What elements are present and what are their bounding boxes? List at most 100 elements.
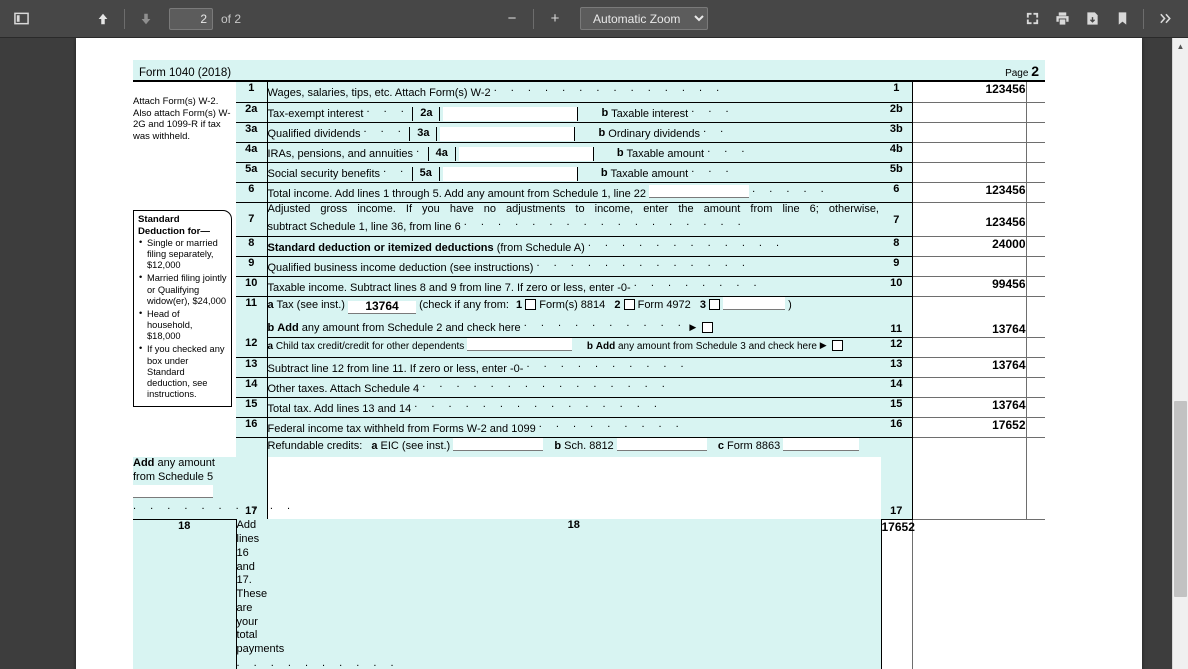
cents-line-16[interactable] (1026, 417, 1045, 438)
subbox-value-4a[interactable] (458, 147, 594, 161)
line-17-text: Refundable credits: (267, 439, 363, 452)
subbox-label-5a: 5a (411, 167, 440, 181)
page-number-input[interactable] (169, 7, 213, 30)
subbox-value-3a[interactable] (440, 127, 576, 141)
amount-line-7[interactable]: 123456 (912, 202, 1027, 237)
amount-line-15[interactable]: 13764 (912, 397, 1027, 418)
amount-line-6[interactable]: 123456 (912, 182, 1027, 203)
cents-line-12[interactable] (1026, 337, 1045, 358)
cents-line-6[interactable] (1026, 182, 1045, 203)
line-number-9: 9 (236, 256, 268, 277)
pdf-viewer[interactable]: Form 1040 (2018) Page 2 Attach Form(s) W… (0, 38, 1188, 669)
line-17-schedule5-input[interactable] (133, 484, 213, 498)
form-row-line-11a: 11 a Tax (see inst.) 13764 (check if any… (133, 296, 1045, 338)
amount-line-5b[interactable] (912, 162, 1027, 183)
scroll-down-chevron-icon[interactable] (1173, 653, 1188, 669)
leader-dots-5a: . . (383, 162, 409, 175)
zoom-in-button[interactable]: + (540, 6, 570, 32)
pdf-toolbar: of 2 − + Automatic Zoom (0, 0, 1188, 38)
line-2a-text: Tax-exempt interest (267, 107, 364, 120)
line-number-14: 14 (236, 377, 268, 398)
line-number-3a: 3a (236, 122, 268, 143)
attach-forms-note: Attach Form(s) W-2. Also attach Form(s) … (133, 96, 231, 142)
zoom-out-button[interactable]: − (497, 6, 527, 32)
cents-line-17[interactable] (1026, 437, 1045, 520)
line-11a-option-1-text: Form(s) 8814 (539, 298, 606, 311)
subbox-value-2a[interactable] (443, 107, 579, 121)
amount-line-9[interactable] (912, 256, 1027, 277)
line-12a-input[interactable] (467, 337, 573, 351)
amount-line-10[interactable]: 99456 (912, 276, 1027, 297)
amount-line-1[interactable]: 123456 (912, 82, 1027, 103)
amount-line-17[interactable] (912, 437, 1027, 520)
checkbox-form-8814[interactable] (525, 298, 537, 310)
line-2b-text: Taxable interest (611, 107, 689, 120)
vertical-scrollbar[interactable]: ▲ (1172, 38, 1188, 669)
cents-line-10[interactable] (1026, 276, 1045, 297)
std-deduction-item-2: Head of household, $18,000 (139, 308, 227, 342)
previous-page-arrow-up-icon[interactable] (88, 6, 118, 32)
amount-line-12[interactable] (912, 337, 1027, 358)
amount-line-3b[interactable] (912, 122, 1027, 143)
page-count-label: of 2 (221, 11, 242, 26)
std-deduction-list: Single or married filing separately, $12… (138, 237, 227, 400)
cents-line-14[interactable] (1026, 377, 1045, 398)
more-tools-double-chevron-right-icon[interactable] (1150, 6, 1180, 32)
line-17a-eic-input[interactable] (453, 437, 544, 451)
line-11a-tax-value[interactable]: 13764 (348, 300, 417, 314)
cents-line-2b[interactable] (1026, 102, 1045, 123)
checkbox-schedule-3[interactable] (832, 339, 844, 351)
cents-line-9[interactable] (1026, 256, 1045, 277)
form-row-line-8: 8 Standard deduction or itemized deducti… (133, 236, 1045, 257)
cents-line-18[interactable] (912, 519, 1026, 669)
triangle-right-icon-11b: ▶ (689, 321, 697, 332)
form-row-line-1: Attach Form(s) W-2. Also attach Form(s) … (133, 82, 1045, 182)
line-number-7: 7 (236, 202, 268, 237)
amount-line-11[interactable]: 13764 (912, 296, 1027, 338)
zoom-level-select[interactable]: Automatic Zoom (580, 7, 708, 30)
amount-line-8[interactable]: 24000 (912, 236, 1027, 257)
leader-dots-3a: . . . (363, 122, 407, 135)
cents-line-7[interactable] (1026, 202, 1045, 237)
line-1-description: Wages, salaries, tips, etc. Attach Form(… (267, 82, 881, 103)
line-11a-other-input[interactable] (723, 296, 786, 310)
cents-line-3b[interactable] (1026, 122, 1045, 143)
form-row-line-14: 14 Other taxes. Attach Schedule 4 . . . … (133, 377, 1045, 398)
cents-line-4b[interactable] (1026, 142, 1045, 163)
sidebar-toggle-icon[interactable] (6, 6, 36, 32)
cents-line-13[interactable] (1026, 357, 1045, 378)
checkbox-form-4972[interactable] (623, 298, 635, 310)
download-icon[interactable] (1077, 6, 1107, 32)
amount-line-14[interactable] (912, 377, 1027, 398)
amount-line-4b[interactable] (912, 142, 1027, 163)
amount-line-13[interactable]: 13764 (912, 357, 1027, 378)
cents-line-15[interactable] (1026, 397, 1045, 418)
amount-line-16[interactable]: 17652 (912, 417, 1027, 438)
line-17c-form8863-input[interactable] (783, 437, 860, 451)
line-6-schedule1-input[interactable] (649, 185, 750, 199)
line-6-description: Total income. Add lines 1 through 5. Add… (267, 182, 881, 203)
line-8-bold: Standard deduction or itemized deduction… (267, 241, 494, 254)
line-11a-option-2-number: 2 (614, 298, 621, 311)
cents-line-11[interactable] (1026, 296, 1045, 338)
scrollbar-thumb[interactable] (1174, 401, 1187, 597)
subbox-value-5a[interactable] (442, 167, 578, 181)
line-10-description: Taxable income. Subtract lines 8 and 9 f… (267, 276, 881, 297)
presentation-mode-fullscreen-icon[interactable] (1017, 6, 1047, 32)
cents-line-5b[interactable] (1026, 162, 1045, 183)
checkbox-form-other[interactable] (709, 298, 721, 310)
next-page-arrow-down-icon[interactable] (131, 6, 161, 32)
line-5a-description: Social security benefits . . 5a b Taxabl… (267, 162, 881, 183)
scroll-up-chevron-icon[interactable]: ▲ (1173, 38, 1188, 54)
checkbox-schedule-2[interactable] (702, 321, 714, 333)
line-17b-sch8812-input[interactable] (616, 437, 707, 451)
line-17b-text: Sch. 8812 (564, 439, 614, 452)
bookmark-icon[interactable] (1107, 6, 1137, 32)
cents-line-1[interactable] (1026, 82, 1045, 103)
amount-line-2b[interactable] (912, 102, 1027, 123)
cents-line-8[interactable] (1026, 236, 1045, 257)
page-label-text: Page (1005, 68, 1029, 79)
amount-line-number-5b: 5b (881, 162, 913, 183)
amount-line-18[interactable]: 17652 (881, 519, 915, 669)
print-printer-icon[interactable] (1047, 6, 1077, 32)
